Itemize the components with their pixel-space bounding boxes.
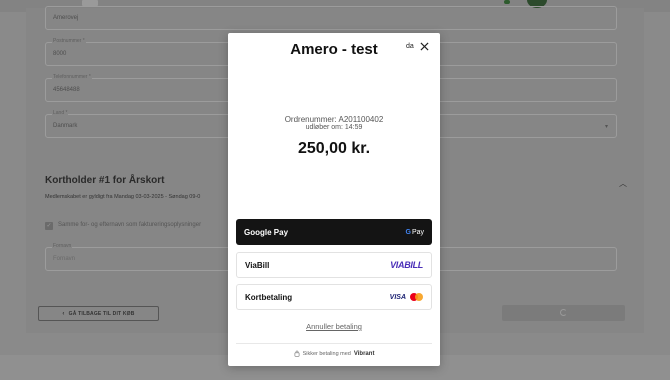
card-brand-logos: VISA [390, 293, 423, 301]
viabill-button[interactable]: ViaBill VIABILL [236, 252, 432, 278]
order-number: Ordrenummer: A201100402 [284, 115, 384, 124]
visa-logo-icon: VISA [389, 293, 406, 301]
footer-divider [236, 343, 432, 344]
country-value: Danmark [53, 123, 78, 129]
google-pay-logo-icon: G Pay [405, 228, 424, 236]
phone-label: Telefonnummer * [52, 74, 92, 80]
card-payment-label: Kortbetaling [245, 292, 293, 302]
membership-validity-text: Medlemskabet er gyldigt fra Mandag 03-03… [45, 194, 201, 200]
chevron-up-icon[interactable]: ︿ [619, 178, 627, 189]
cancel-payment-link[interactable]: Annuller betaling [228, 322, 440, 331]
arrow-left-icon: ‹ [62, 310, 65, 317]
loading-spinner-icon [560, 309, 567, 316]
first-name-placeholder: Fornavn [53, 256, 76, 262]
postal-code-label: Postnummer * [52, 38, 86, 44]
expiry-timer: udløber om: 14:59 [305, 124, 363, 131]
country-label: Land * [52, 110, 69, 116]
payment-modal: Amero - test da Ordrenummer: A201100402 … [228, 33, 440, 366]
viabill-label: ViaBill [245, 260, 270, 270]
back-to-purchase-label: GÅ TILBAGE TIL DIT KØB [68, 310, 135, 317]
cardholder-section-title: Kortholder #1 for Årskort [45, 175, 165, 186]
google-pay-label: Google Pay [244, 227, 289, 237]
close-icon[interactable] [420, 42, 429, 51]
card-payment-button[interactable]: Kortbetaling VISA [236, 284, 432, 310]
lock-icon [294, 350, 299, 357]
same-name-checkbox-label: Samme for- og efternavn som fakturerings… [58, 222, 202, 228]
address-field[interactable]: Amerovej [45, 6, 617, 30]
language-selector[interactable]: da [406, 43, 414, 50]
viabill-logo-icon: VIABILL [390, 260, 423, 270]
first-name-label: Fornavn [52, 243, 73, 249]
checkbox-checked-icon[interactable]: ✓ [45, 222, 53, 230]
chevron-down-icon: ▾ [604, 124, 608, 130]
postal-code-value: 8000 [53, 51, 67, 57]
continue-button[interactable] [502, 305, 625, 321]
mastercard-logo-icon [410, 293, 423, 301]
status-dot [504, 0, 510, 4]
address-value: Amerovej [53, 15, 79, 21]
payment-amount: 250,00 kr. [297, 140, 371, 157]
google-pay-button[interactable]: Google Pay G Pay [236, 219, 432, 245]
vibrant-logo: Vibrant [353, 350, 375, 357]
phone-value: 45648488 [53, 87, 80, 93]
secure-payment-label: Sikker betaling med [302, 350, 351, 357]
back-to-purchase-button[interactable]: ‹ GÅ TILBAGE TIL DIT KØB [38, 306, 159, 321]
secure-payment-footer: Sikker betaling med Vibrant [228, 350, 440, 357]
